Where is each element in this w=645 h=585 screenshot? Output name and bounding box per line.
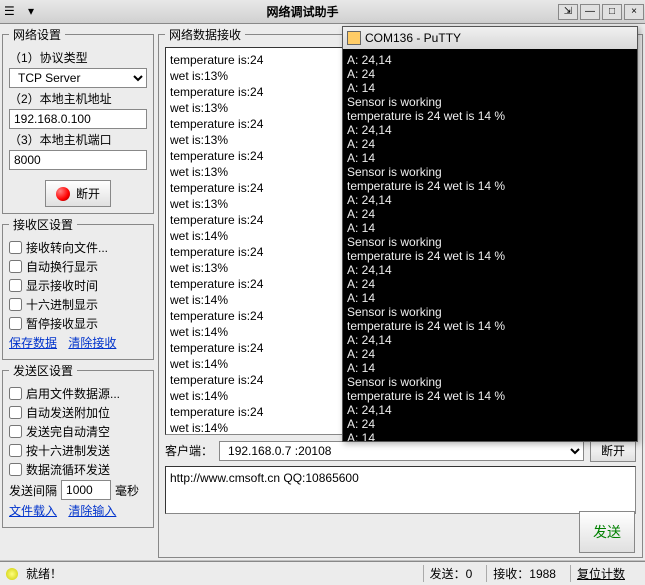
chk-redirect[interactable]: 接收转向文件...	[9, 239, 147, 256]
port-input[interactable]	[9, 150, 147, 170]
putty-title-text: COM136 - PuTTY	[365, 31, 461, 45]
terminal-line: temperature is 24 wet is 14 %	[347, 249, 633, 263]
terminal-line: A: 14	[347, 81, 633, 95]
terminal-line: A: 24	[347, 347, 633, 361]
protocol-label: （1）协议类型	[9, 49, 147, 66]
putty-terminal[interactable]: A: 24,14A: 24A: 14Sensor is workingtempe…	[343, 49, 637, 441]
send-textarea[interactable]: http://www.cmsoft.cn QQ:10865600	[165, 466, 636, 514]
terminal-line: temperature is 24 wet is 14 %	[347, 179, 633, 193]
dropdown-icon[interactable]: ▾	[28, 4, 44, 20]
client-label: 客户端：	[165, 442, 213, 459]
terminal-line: A: 24,14	[347, 123, 633, 137]
terminal-line: A: 14	[347, 431, 633, 441]
chk-showtime[interactable]: 显示接收时间	[9, 277, 147, 294]
disconnect-button[interactable]: 断开	[45, 180, 111, 207]
terminal-line: A: 24	[347, 207, 633, 221]
terminal-line: temperature is 24 wet is 14 %	[347, 109, 633, 123]
chk-loop-send[interactable]: 数据流循环发送	[9, 461, 147, 478]
statusbar: 就绪！ 发送：0 接收：1988 复位计数	[0, 561, 645, 585]
host-input[interactable]	[9, 109, 147, 129]
net-legend: 网络设置	[9, 26, 65, 43]
terminal-line: A: 14	[347, 291, 633, 305]
client-disconnect-button[interactable]: 断开	[590, 439, 636, 462]
terminal-line: A: 14	[347, 221, 633, 235]
terminal-line: A: 14	[347, 361, 633, 375]
putty-icon	[347, 31, 361, 45]
record-icon	[56, 187, 70, 201]
minimize-button[interactable]: —	[580, 4, 600, 20]
recv-data-legend: 网络数据接收	[165, 26, 245, 43]
terminal-line: A: 24	[347, 67, 633, 81]
send-button[interactable]: 发送	[579, 511, 635, 553]
close-button[interactable]: ×	[624, 4, 644, 20]
chk-file-src[interactable]: 启用文件数据源...	[9, 385, 147, 402]
window-title: 网络调试助手	[48, 3, 557, 20]
terminal-line: A: 24,14	[347, 53, 633, 67]
putty-window[interactable]: COM136 - PuTTY A: 24,14A: 24A: 14Sensor …	[342, 26, 638, 442]
terminal-line: A: 24,14	[347, 403, 633, 417]
terminal-line: Sensor is working	[347, 375, 633, 389]
terminal-line: A: 24,14	[347, 193, 633, 207]
chk-auto-clear[interactable]: 发送完自动清空	[9, 423, 147, 440]
send-legend: 发送区设置	[9, 362, 77, 379]
chk-pause[interactable]: 暂停接收显示	[9, 315, 147, 332]
recv-legend: 接收区设置	[9, 216, 77, 233]
interval-unit: 毫秒	[115, 482, 139, 499]
terminal-line: Sensor is working	[347, 305, 633, 319]
terminal-line: temperature is 24 wet is 14 %	[347, 389, 633, 403]
terminal-line: A: 24	[347, 277, 633, 291]
chk-auto-suffix[interactable]: 自动发送附加位	[9, 404, 147, 421]
terminal-line: Sensor is working	[347, 165, 633, 179]
terminal-line: A: 24	[347, 137, 633, 151]
client-select[interactable]: 192.168.0.7 :20108	[219, 441, 584, 461]
terminal-line: temperature is 24 wet is 14 %	[347, 319, 633, 333]
putty-titlebar[interactable]: COM136 - PuTTY	[343, 27, 637, 49]
maximize-button[interactable]: □	[602, 4, 622, 20]
terminal-line: Sensor is working	[347, 235, 633, 249]
status-bulb-icon	[6, 568, 18, 580]
terminal-line: A: 24	[347, 417, 633, 431]
app-menu-icon[interactable]: ☰	[4, 4, 20, 20]
network-settings: 网络设置 （1）协议类型 TCP Server （2）本地主机地址 （3）本地主…	[2, 26, 154, 214]
status-ready: 就绪！	[26, 565, 62, 582]
port-label: （3）本地主机端口	[9, 131, 147, 148]
terminal-line: A: 14	[347, 151, 633, 165]
interval-label: 发送间隔	[9, 482, 57, 499]
chk-autowrap[interactable]: 自动换行显示	[9, 258, 147, 275]
chk-hex-send[interactable]: 按十六进制发送	[9, 442, 147, 459]
protocol-select[interactable]: TCP Server	[9, 68, 147, 88]
clear-recv-link[interactable]: 清除接收	[68, 336, 116, 350]
titlebar: ☰ ▾ 网络调试助手 ⇲ — □ ×	[0, 0, 645, 24]
terminal-line: A: 24,14	[347, 333, 633, 347]
file-load-link[interactable]: 文件载入	[9, 504, 57, 518]
terminal-line: Sensor is working	[347, 95, 633, 109]
chk-hex[interactable]: 十六进制显示	[9, 296, 147, 313]
pin-button[interactable]: ⇲	[558, 4, 578, 20]
clear-input-link[interactable]: 清除输入	[68, 504, 116, 518]
interval-input[interactable]	[61, 480, 111, 500]
recv-settings: 接收区设置 接收转向文件... 自动换行显示 显示接收时间 十六进制显示 暂停接…	[2, 216, 154, 360]
send-settings: 发送区设置 启用文件数据源... 自动发送附加位 发送完自动清空 按十六进制发送…	[2, 362, 154, 528]
terminal-line: A: 24,14	[347, 263, 633, 277]
save-data-link[interactable]: 保存数据	[9, 336, 57, 350]
host-label: （2）本地主机地址	[9, 90, 147, 107]
reset-count-link[interactable]: 复位计数	[570, 565, 631, 582]
